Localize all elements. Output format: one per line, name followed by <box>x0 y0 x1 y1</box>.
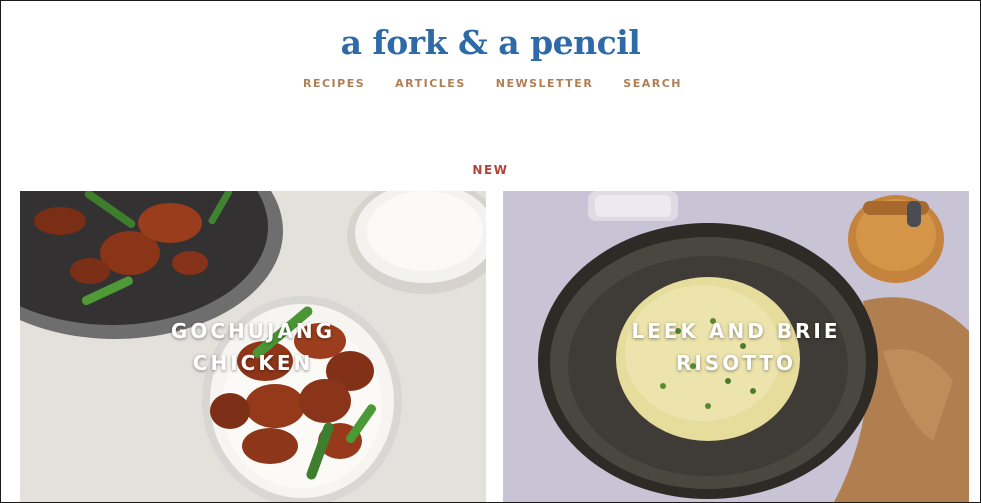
main-nav: RECIPES ARTICLES NEWSLETTER SEARCH <box>1 77 980 90</box>
site-logo[interactable]: a fork & a pencil <box>1 23 980 62</box>
nav-item-recipes[interactable]: RECIPES <box>303 77 365 90</box>
nav-item-search[interactable]: SEARCH <box>623 77 682 90</box>
nav-item-newsletter[interactable]: NEWSLETTER <box>496 77 594 90</box>
page-frame: a fork & a pencil RECIPES ARTICLES NEWSL… <box>0 0 981 503</box>
recipe-card-leek-brie-risotto[interactable]: LEEK AND BRIE RISOTTO <box>503 191 969 502</box>
recipe-card-gochujang-chicken[interactable]: GOCHUJANG CHICKEN <box>20 191 486 502</box>
section-label-new: NEW <box>472 163 509 177</box>
card-title-gochujang-chicken: GOCHUJANG CHICKEN <box>170 319 336 375</box>
card-title-leek-brie-risotto: LEEK AND BRIE RISOTTO <box>631 319 841 375</box>
nav-item-articles[interactable]: ARTICLES <box>395 77 466 90</box>
